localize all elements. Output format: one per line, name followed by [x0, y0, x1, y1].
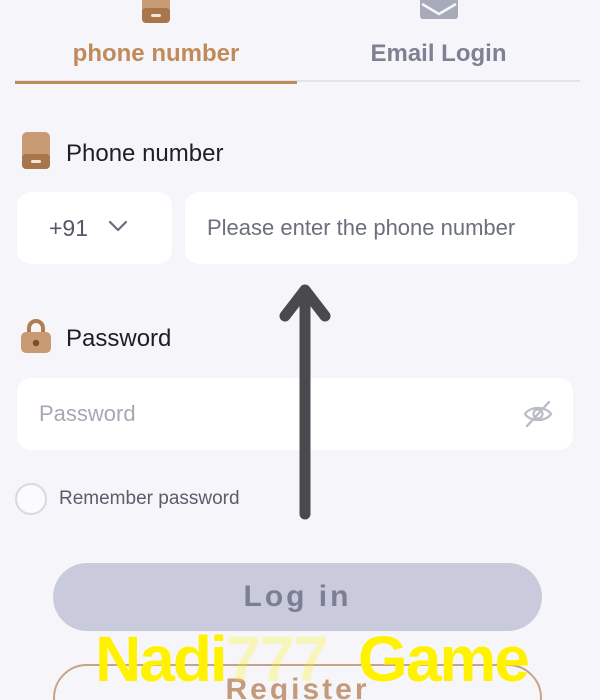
tab-email-login-label: Email Login: [370, 40, 507, 67]
watermark-prefix: Nadi: [95, 623, 228, 695]
watermark-suffix: Game: [358, 623, 530, 695]
tab-email-login[interactable]: Email Login: [297, 0, 580, 82]
country-code-dropdown[interactable]: +91: [17, 192, 172, 264]
lock-icon: [20, 318, 52, 359]
active-tab-indicator: [15, 81, 297, 84]
phone-number-input[interactable]: [185, 192, 578, 264]
arrow-up-icon: [277, 280, 333, 520]
envelope-icon: [419, 0, 459, 25]
remember-password-checkbox[interactable]: [15, 483, 47, 515]
watermark-digits: 777: [225, 623, 329, 695]
phone-number-heading: Phone number: [20, 132, 223, 175]
password-label: Password: [66, 324, 172, 352]
country-code-value: +91: [49, 214, 89, 241]
tab-phone-number-label: phone number: [72, 40, 240, 67]
remember-password-row[interactable]: Remember password: [15, 483, 240, 515]
remember-password-label: Remember password: [59, 488, 240, 509]
eye-off-icon[interactable]: [522, 398, 554, 430]
phone-icon: [141, 0, 171, 29]
password-heading: Password: [20, 318, 171, 359]
tab-phone-number[interactable]: phone number: [15, 0, 297, 84]
login-button[interactable]: Log in: [53, 563, 542, 631]
chevron-down-icon: [108, 219, 128, 237]
phone-icon: [20, 132, 52, 175]
phone-number-label: Phone number: [66, 139, 224, 167]
watermark-text: Nadi777 Game: [95, 622, 530, 696]
login-method-tabs: phone number Email Login: [15, 0, 580, 84]
